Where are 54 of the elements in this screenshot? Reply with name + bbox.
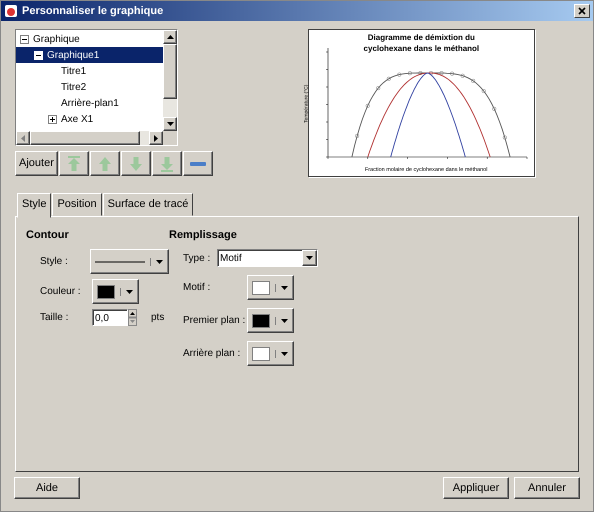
app-icon [4, 4, 18, 18]
dropdown-icon[interactable] [305, 254, 314, 262]
scroll-up-icon[interactable] [166, 33, 174, 41]
close-icon[interactable] [578, 7, 586, 15]
cancel-button[interactable]: Annuler [514, 477, 580, 499]
field-label: Premier plan : [183, 314, 246, 328]
tree-item[interactable]: Graphique1 [16, 47, 163, 63]
color-picker[interactable] [247, 341, 294, 366]
tab[interactable]: Style [17, 193, 52, 218]
field-label: Arrière plan : [183, 347, 242, 361]
color-picker[interactable] [247, 275, 294, 300]
scroll-right-icon[interactable] [152, 134, 160, 142]
field-label: Type : [183, 252, 212, 266]
color-picker[interactable] [92, 279, 139, 304]
apply-button[interactable]: Appliquer [443, 477, 509, 499]
tree-item[interactable]: Arrière-plan1 [16, 95, 163, 111]
dropdown-icon[interactable] [280, 316, 289, 324]
field-label: Couleur : [40, 285, 82, 299]
add-button[interactable]: Ajouter [15, 151, 58, 176]
tree-item[interactable]: Graphique [16, 31, 163, 47]
tab[interactable]: Position [52, 193, 102, 216]
window-title: Personnaliser le graphique [22, 4, 164, 19]
dropdown-icon[interactable] [125, 288, 134, 296]
expand-icon[interactable] [48, 114, 57, 124]
horizontal-scrollbar[interactable] [16, 131, 163, 145]
line-style-picker[interactable] [90, 249, 169, 274]
tree-item[interactable]: Titre1 [16, 63, 163, 79]
scroll-down-icon[interactable] [166, 120, 174, 128]
dropdown-icon[interactable] [280, 284, 289, 292]
input-field[interactable]: 0,0 [92, 309, 128, 326]
vertical-scrollbar[interactable] [163, 30, 177, 131]
dropdown-icon[interactable] [280, 350, 289, 358]
collapse-icon[interactable] [20, 34, 29, 44]
field-label: Style : [40, 255, 69, 269]
section-heading: Remplissage [169, 228, 238, 242]
tab[interactable]: Surface de tracé [102, 193, 194, 216]
color-picker[interactable] [247, 308, 294, 333]
section-heading: Contour [26, 228, 70, 242]
tree-item[interactable]: Axe X1 [16, 111, 163, 127]
close-button[interactable] [574, 4, 590, 18]
spinner-icon[interactable] [128, 309, 137, 326]
scrollbar-thumb[interactable] [163, 44, 177, 99]
field-label: Taille : [40, 311, 70, 325]
minus-icon [190, 162, 206, 166]
chart-title: Diagramme de démixtion du cyclohexane dans le méthanol [362, 32, 480, 54]
unit-label: pts [151, 311, 164, 325]
remove-button[interactable] [182, 151, 213, 176]
tree-item[interactable]: Titre2 [16, 79, 163, 95]
scroll-left-icon[interactable] [19, 134, 27, 142]
scrollbar-thumb[interactable] [30, 131, 140, 145]
help-button[interactable]: Aide [14, 477, 80, 499]
field-label: Motif : [183, 281, 212, 295]
dropdown-icon[interactable] [155, 258, 164, 266]
select-field[interactable]: Motif [217, 249, 318, 267]
